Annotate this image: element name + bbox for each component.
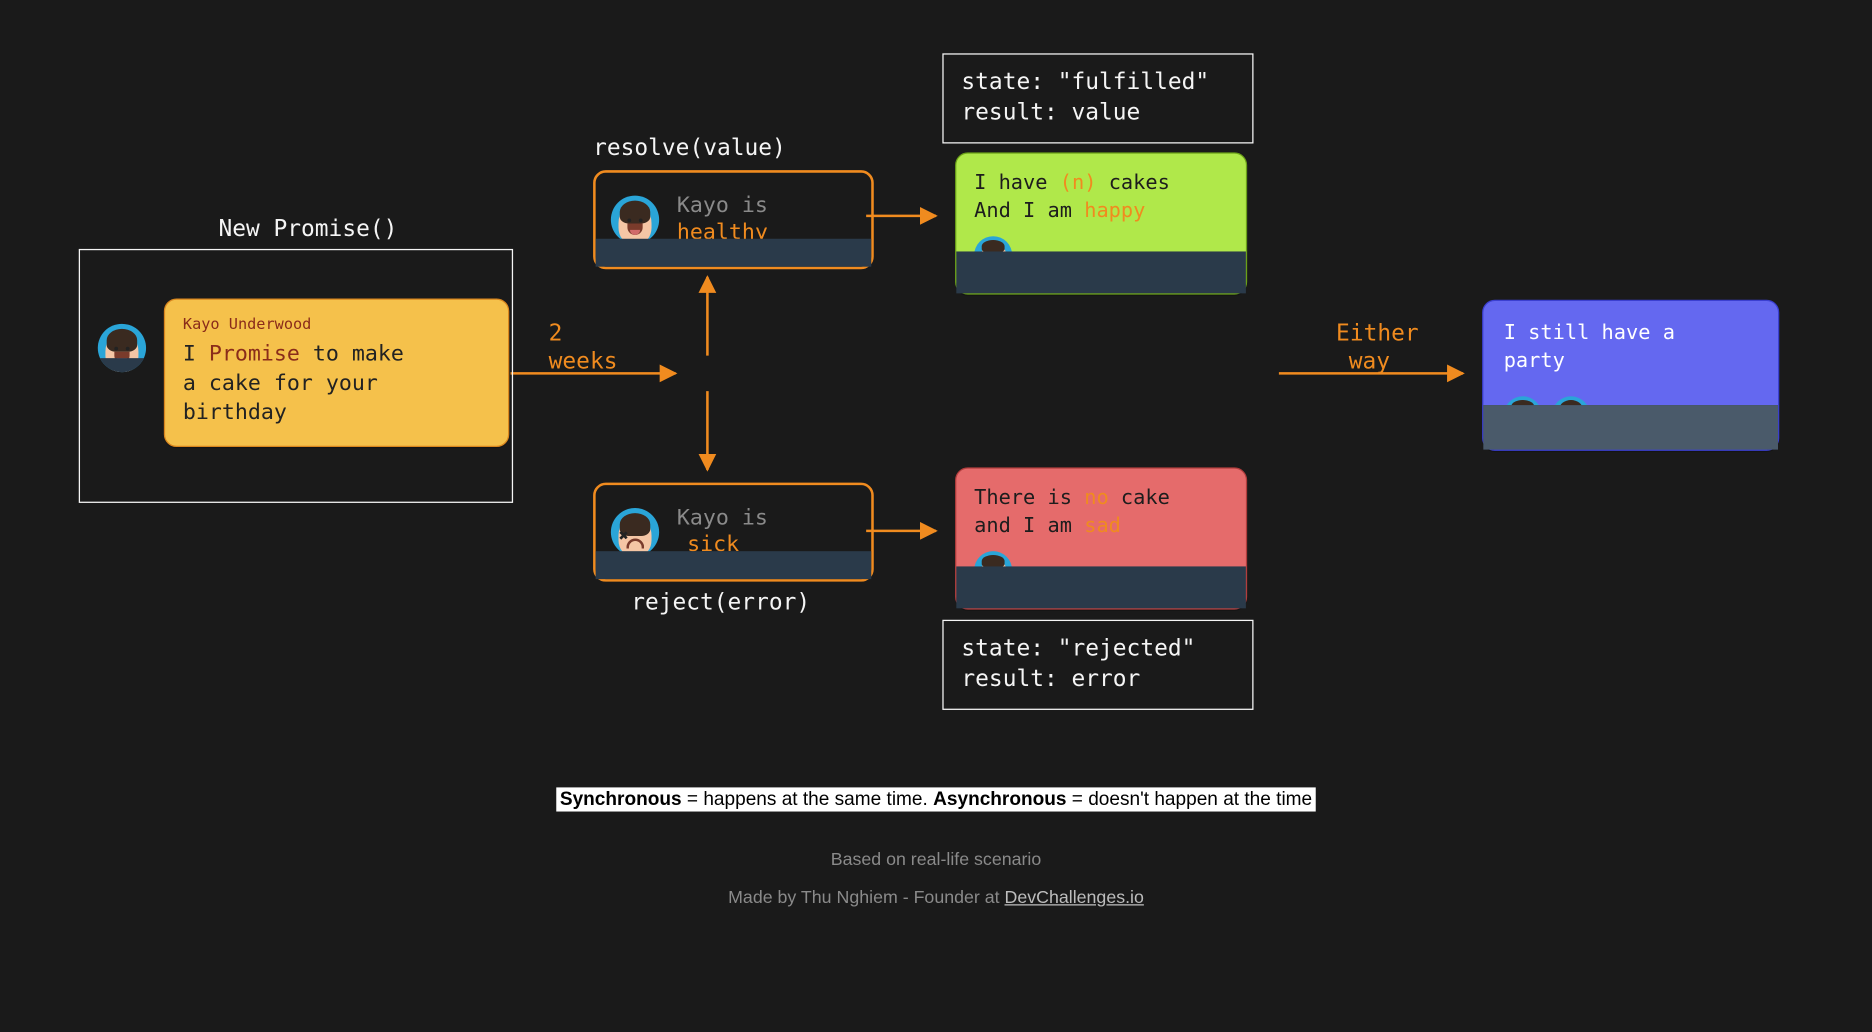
avatar-party-2 [1552, 396, 1590, 434]
avatar-kayo-sick [611, 508, 659, 556]
promise-container: Kayo Underwood I Promise to make a cake … [79, 249, 513, 503]
reject-label: reject(error) [631, 589, 810, 616]
rejected-text: There is no cake and I am sad [974, 484, 1228, 539]
sick-box: Kayo is sick [593, 483, 874, 582]
arrows-layer [3, 0, 1870, 1029]
promise-diagram: New Promise() Kayo Underwood I Promise t… [3, 0, 1870, 1029]
promise-author: Kayo Underwood [183, 315, 490, 333]
either-way-label: Either way [1336, 320, 1419, 375]
promise-card: Kayo Underwood I Promise to make a cake … [164, 298, 509, 446]
party-card: I still have a party [1482, 300, 1779, 451]
credit-line: Made by Thu Nghiem - Founder at DevChall… [3, 886, 1870, 906]
avatar-person-happy [974, 236, 1012, 274]
rejected-state-box: state: "rejected" result: error [942, 620, 1253, 710]
devchallenges-link[interactable]: DevChallenges.io [1005, 886, 1144, 906]
duration-label: 2weeks [549, 320, 618, 375]
avatar-person-sad [974, 551, 1012, 589]
avatar-kayo-healthy [611, 196, 659, 244]
based-on-note: Based on real-life scenario [3, 848, 1870, 868]
promise-text: I Promise to make a cake for your birthd… [183, 340, 490, 427]
healthy-box: Kayo is healthy [593, 170, 874, 269]
resolve-label: resolve(value) [593, 135, 786, 162]
definition-footer: Synchronous = happens at the same time. … [3, 787, 1870, 811]
new-promise-label: New Promise() [218, 216, 397, 243]
fulfilled-text: I have (n) cakes And I am happy [974, 169, 1228, 224]
fulfilled-state-box: state: "fulfilled" result: value [942, 53, 1253, 143]
rejected-card: There is no cake and I am sad [955, 467, 1247, 609]
fulfilled-card: I have (n) cakes And I am happy [955, 152, 1247, 294]
avatar-kayo-happy [98, 324, 146, 372]
party-text: I still have a party [1504, 319, 1758, 374]
